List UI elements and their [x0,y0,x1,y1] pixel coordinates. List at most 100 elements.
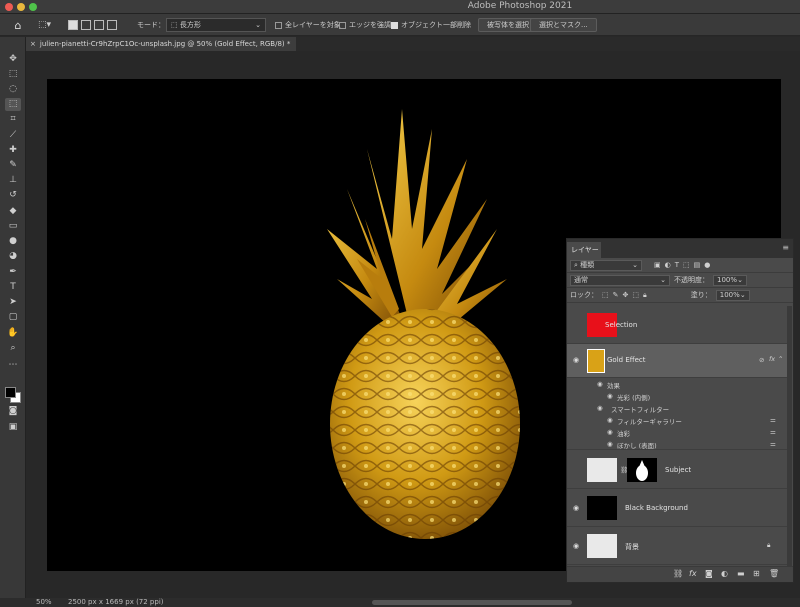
adjustment-filter-icon[interactable]: ◐ [665,261,671,269]
add-selection-icon[interactable] [81,20,91,30]
fill-value: 100% [719,291,740,299]
layer-name: 背景 [625,543,639,551]
eye-icon[interactable]: ◉ [571,542,581,550]
fx-badge[interactable]: fx [769,355,775,363]
app-title: Adobe Photoshop 2021 [467,1,573,11]
subtract-selection-icon[interactable] [94,20,104,30]
chevron-down-icon: ⌄ [737,276,743,284]
eyedropper-tool-icon[interactable]: ⟋ [5,129,21,142]
healing-brush-tool-icon[interactable]: ✚ [5,144,21,157]
tab-close-icon[interactable]: × [30,40,36,48]
lock-artboard-icon[interactable]: ⬚ [632,291,639,299]
layers-tab[interactable]: レイヤー [567,242,601,258]
smart-filters-eye-icon[interactable]: ◉ [597,404,603,412]
layer-row[interactable]: ◉ Black Background [567,489,787,527]
status-bar: 50% 2500 px x 1669 px (72 ppi) [0,598,800,607]
rectangle-tool-icon[interactable]: ▢ [5,311,21,324]
foreground-color-swatch-front[interactable] [5,387,16,398]
delete-layer-icon[interactable]: 🗑︎ [769,569,779,578]
filter-toggle-icon[interactable]: ● [704,261,710,269]
fill-label: 塗り： [690,291,712,299]
layer-row[interactable]: ◉ 背景 🔒︎ [567,527,787,565]
history-brush-tool-icon[interactable]: ↺ [5,189,21,202]
path-selection-tool-icon[interactable]: ➤ [5,296,21,309]
filter-kind-select[interactable]: ⌕ 種類 ⌄ [570,259,642,271]
crop-tool-icon[interactable]: ⌗ [5,113,21,126]
blur-tool-icon[interactable]: ● [5,235,21,248]
dodge-tool-icon[interactable]: ◕ [5,250,21,263]
more-tools-icon[interactable]: ⋯ [5,359,21,372]
enhance-edge-checkbox[interactable]: エッジを強調 [339,18,391,32]
type-filter-icon[interactable]: T [675,261,679,269]
opacity-field[interactable]: 100% ⌄ [713,274,747,286]
smart-object-filter-icon[interactable]: ▤ [694,261,701,269]
panel-menu-icon[interactable]: ≡ [782,243,789,252]
effect-row[interactable]: ◉ 光彩 (内側) [567,390,787,402]
filter-row[interactable]: ◉ フィルターギャラリー ⚌ [567,414,787,426]
filter-options-icon[interactable]: ⚌ [770,416,776,424]
pen-tool-icon[interactable]: ✒ [5,266,21,279]
filter-row[interactable]: ◉ 油彩 ⚌ [567,426,787,438]
layers-panel-header: レイヤー ≡ [567,239,793,258]
chevron-down-icon: ⌄ [739,291,746,299]
mode-select[interactable]: ⬚ 長方形 ⌄ [166,18,266,32]
lock-position-icon[interactable]: ✥ [623,291,629,299]
filter-eye-icon[interactable]: ◉ [607,440,613,448]
lock-pixels-icon[interactable]: ✎ [613,291,619,299]
type-tool-icon[interactable]: T [5,281,21,294]
zoom-level[interactable]: 50% [36,598,52,606]
layer-row[interactable]: Selection [567,306,787,344]
layer-row-selected[interactable]: ◉ Gold Effect ⊘ fx ⌃ [567,344,787,378]
rectangle-mode-icon: ⬚ [171,21,180,29]
smart-filters-row[interactable]: ◉ スマートフィルター [567,402,787,414]
new-layer-icon[interactable]: ⊞ [753,569,760,578]
object-subtract-checkbox[interactable]: オブジェクト一部削除 [391,18,471,32]
move-tool-icon[interactable]: ✥ [5,53,21,66]
eraser-tool-icon[interactable]: ◆ [5,205,21,218]
horizontal-scrollbar[interactable] [372,600,572,605]
document-tab[interactable]: × julien-pianetti-Cr9hZrpC1Oc-unsplash.j… [26,37,296,51]
object-selection-tool-icon[interactable]: ⬚ [5,98,21,111]
home-icon[interactable]: ⌂ [10,18,26,32]
select-subject-button[interactable]: 被写体を選択 [478,18,538,32]
eye-icon[interactable]: ◉ [571,504,581,512]
screen-mode-icon[interactable]: ▣ [5,421,21,434]
layers-scrollbar[interactable] [787,306,792,568]
filter-options-icon[interactable]: ⚌ [770,440,776,448]
object-selection-tool-icon[interactable]: ⬚▾ [38,18,56,32]
marquee-tool-icon[interactable]: ⬚ [5,68,21,81]
gradient-tool-icon[interactable]: ▭ [5,220,21,233]
collapse-effects-icon[interactable]: ⌃ [778,355,783,363]
add-mask-icon[interactable]: ◙ [705,569,713,578]
adjustment-layer-icon[interactable]: ◐ [721,569,728,578]
fill-field[interactable]: 100% ⌄ [715,289,750,301]
intersect-selection-icon[interactable] [107,20,117,30]
new-group-icon[interactable]: ▬ [737,569,745,578]
effects-row[interactable]: ◉ 効果 [567,378,787,390]
select-and-mask-button[interactable]: 選択とマスク... [530,18,597,32]
filter-eye-icon[interactable]: ◉ [607,416,613,424]
blend-mode-select[interactable]: 通常 ⌄ [570,274,670,286]
filter-eye-icon[interactable]: ◉ [607,428,613,436]
effects-eye-icon[interactable]: ◉ [597,380,603,388]
zoom-tool-icon[interactable]: ⌕ [5,342,21,355]
layer-row[interactable]: ⛓ Subject [567,451,787,489]
add-style-icon[interactable]: fx [689,569,697,578]
sample-all-layers-checkbox[interactable]: 全レイヤーを対象 [275,18,341,32]
link-layers-icon[interactable]: ⛓ [673,569,683,578]
eye-icon[interactable]: ◉ [571,356,581,364]
new-selection-icon[interactable] [68,20,78,30]
layer-mask-thumbnail[interactable] [627,458,657,482]
filter-options-icon[interactable]: ⚌ [770,428,776,436]
lock-transparent-icon[interactable]: ⬚ [602,291,609,299]
filter-row[interactable]: ◉ ぼかし (表面) ⚌ [567,438,787,450]
quick-mask-icon[interactable]: ◙ [5,405,21,418]
effect-eye-icon[interactable]: ◉ [607,392,613,400]
hand-tool-icon[interactable]: ✋ [5,327,21,340]
lock-all-icon[interactable]: 🔒︎ [643,291,647,300]
pixel-filter-icon[interactable]: ▣ [654,261,661,269]
brush-tool-icon[interactable]: ✎ [5,159,21,172]
clone-stamp-tool-icon[interactable]: ⊥ [5,174,21,187]
shape-filter-icon[interactable]: ⬚ [683,261,690,269]
lasso-tool-icon[interactable]: ◌ [5,83,21,96]
